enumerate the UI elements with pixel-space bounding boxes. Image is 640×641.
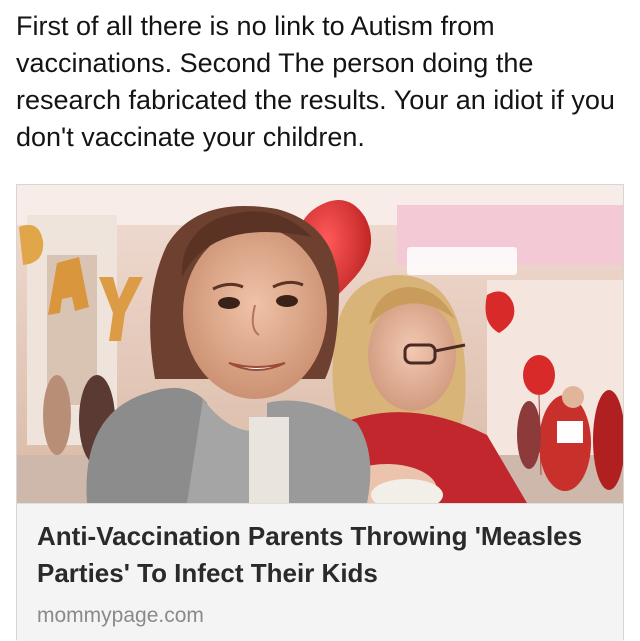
link-card-body[interactable]: Anti-Vaccination Parents Throwing 'Measl… — [17, 503, 623, 641]
article-domain: mommypage.com — [37, 604, 204, 627]
article-thumbnail[interactable] — [17, 185, 623, 503]
news-photo-thumbnail — [17, 185, 623, 503]
post-text: First of all there is no link to Autism … — [16, 11, 615, 152]
link-preview-card[interactable]: Anti-Vaccination Parents Throwing 'Measl… — [16, 184, 624, 641]
article-headline[interactable]: Anti-Vaccination Parents Throwing 'Measl… — [37, 518, 607, 592]
